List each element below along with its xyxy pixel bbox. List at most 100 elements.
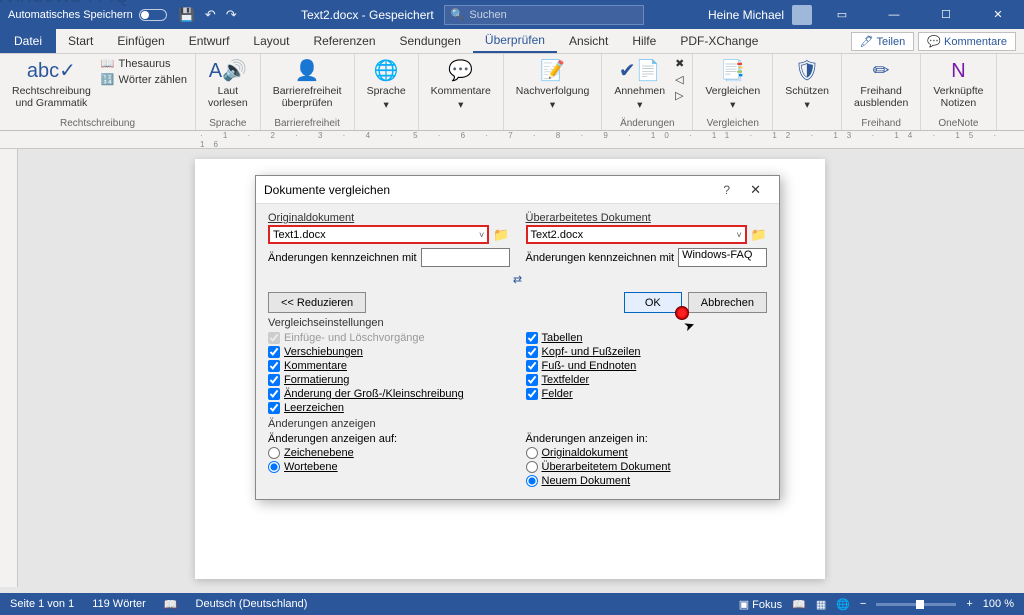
toggle-icon xyxy=(139,9,167,21)
original-combo[interactable]: Text1.docx˅ xyxy=(268,225,489,244)
undo-icon[interactable]: ↶ xyxy=(205,7,216,23)
rad-rev[interactable]: Überarbeitetem Dokument xyxy=(526,461,768,473)
mark-original-input[interactable] xyxy=(421,248,510,267)
compare-button[interactable]: 📑Vergleichen▾ xyxy=(701,57,764,113)
reject-icon: ✖ xyxy=(675,57,684,70)
onenote-icon: N xyxy=(951,59,965,83)
statusbar: Seite 1 von 1 119 Wörter 📖 Deutsch (Deut… xyxy=(0,593,1024,615)
status-proofing-icon[interactable]: 📖 xyxy=(164,598,178,611)
thesaurus-button[interactable]: 📖Thesaurus xyxy=(101,57,187,70)
group-label xyxy=(512,117,594,129)
zoom-slider[interactable] xyxy=(876,603,956,606)
zoom-out-icon[interactable]: − xyxy=(860,598,866,610)
reject-button[interactable]: ✖ xyxy=(675,57,684,70)
tab-design[interactable]: Entwurf xyxy=(177,29,242,53)
ink-button[interactable]: ✏Freihand ausblenden xyxy=(850,57,912,111)
rad-word[interactable]: Wortebene xyxy=(268,461,510,473)
accessibility-button[interactable]: 👤Barrierefreiheit überprüfen xyxy=(269,57,346,111)
dialog-close-button[interactable]: ✕ xyxy=(740,182,771,198)
tab-view[interactable]: Ansicht xyxy=(557,29,620,53)
user-name[interactable]: Heine Michael xyxy=(708,8,784,22)
chk-headers[interactable]: Kopf- und Fußzeilen xyxy=(526,346,768,358)
tab-references[interactable]: Referenzen xyxy=(301,29,387,53)
ribbon-options-icon[interactable]: ▭ xyxy=(820,0,864,29)
count-icon: 🔢 xyxy=(101,73,115,86)
next-icon: ▷ xyxy=(675,89,683,102)
swap-button[interactable]: ⇄ xyxy=(268,273,767,286)
language-button[interactable]: 🌐Sprache▾ xyxy=(363,57,410,113)
spelling-button[interactable]: abc✓Rechtschreibung und Grammatik xyxy=(8,57,95,111)
maximize-button[interactable]: ☐ xyxy=(924,0,968,29)
autosave-toggle[interactable]: Automatisches Speichern xyxy=(8,9,167,21)
original-label: Originaldokument xyxy=(268,212,510,224)
tab-mailings[interactable]: Sendungen xyxy=(388,29,473,53)
tracking-button[interactable]: 📝Nachverfolgung▾ xyxy=(512,57,594,113)
chk-foot[interactable]: Fuß- und Endnoten xyxy=(526,360,768,372)
close-button[interactable]: ✕ xyxy=(976,0,1020,29)
chk-space[interactable]: Leerzeichen xyxy=(268,402,510,414)
file-tab[interactable]: Datei xyxy=(0,29,56,53)
protect-button[interactable]: 🛡Schützen▾ xyxy=(781,57,833,113)
tab-start[interactable]: Start xyxy=(56,29,105,53)
view-read-icon[interactable]: 📖 xyxy=(792,598,806,611)
focus-button[interactable]: ▣ Fokus xyxy=(739,598,782,611)
rad-new[interactable]: Neuem Dokument xyxy=(526,475,768,487)
comments-button[interactable]: 💬 Kommentare xyxy=(918,32,1016,51)
chk-moves[interactable]: Verschiebungen xyxy=(268,346,510,358)
chk-case[interactable]: Änderung der Groß-/Kleinschreibung xyxy=(268,388,510,400)
speaker-icon: A🔊 xyxy=(209,59,247,83)
compare-dialog: Dokumente vergleichen ? ✕ Originaldokume… xyxy=(255,175,780,500)
check-icon: ✔📄 xyxy=(619,59,661,83)
view-web-icon[interactable]: 🌐 xyxy=(836,598,850,611)
group-label: OneNote xyxy=(929,117,987,129)
ok-button[interactable]: OK ➤ xyxy=(624,292,682,313)
ribbon: abc✓Rechtschreibung und Grammatik 📖Thesa… xyxy=(0,54,1024,131)
search-input[interactable]: 🔍 Suchen xyxy=(444,5,644,25)
minimize-button[interactable]: — xyxy=(872,0,916,29)
browse-original-button[interactable]: 📁 xyxy=(493,227,509,243)
tab-help[interactable]: Hilfe xyxy=(620,29,668,53)
mark-revised-input[interactable]: Windows-FAQ xyxy=(678,248,767,267)
revised-combo[interactable]: Text2.docx˅ xyxy=(526,225,747,244)
group-label: Sprache xyxy=(204,117,252,129)
chk-textbox[interactable]: Textfelder xyxy=(526,374,768,386)
accept-button[interactable]: ✔📄Annehmen▾ xyxy=(610,57,669,113)
chevron-down-icon: ˅ xyxy=(737,230,742,240)
tab-pdf[interactable]: PDF-XChange xyxy=(668,29,770,53)
show-header: Änderungen anzeigen xyxy=(268,418,767,430)
save-icon[interactable]: 💾 xyxy=(179,7,195,23)
tab-layout[interactable]: Layout xyxy=(241,29,301,53)
group-label xyxy=(427,117,495,129)
group-label: Änderungen xyxy=(610,117,684,129)
accessibility-icon: 👤 xyxy=(295,59,320,83)
zoom-value[interactable]: 100 % xyxy=(983,598,1014,610)
cancel-button[interactable]: Abbrechen xyxy=(688,292,767,313)
avatar[interactable] xyxy=(792,5,812,25)
read-aloud-button[interactable]: A🔊Laut vorlesen xyxy=(204,57,252,111)
view-print-icon[interactable]: ▦ xyxy=(816,598,826,611)
browse-revised-button[interactable]: 📁 xyxy=(751,227,767,243)
redo-icon[interactable]: ↷ xyxy=(226,7,237,23)
status-words[interactable]: 119 Wörter xyxy=(92,598,146,610)
onenote-button[interactable]: NVerknüpfte Notizen xyxy=(929,57,987,111)
status-lang[interactable]: Deutsch (Deutschland) xyxy=(196,598,308,610)
chk-fields[interactable]: Felder xyxy=(526,388,768,400)
tab-review[interactable]: Überprüfen xyxy=(473,29,557,53)
help-button[interactable]: ? xyxy=(713,183,740,197)
comments-ribbon-button[interactable]: 💬Kommentare▾ xyxy=(427,57,495,113)
tab-insert[interactable]: Einfügen xyxy=(105,29,176,53)
chk-comments[interactable]: Kommentare xyxy=(268,360,510,372)
chk-format[interactable]: Formatierung xyxy=(268,374,510,386)
chk-tables[interactable]: Tabellen xyxy=(526,332,768,344)
zoom-in-icon[interactable]: + xyxy=(966,598,972,610)
rad-char[interactable]: Zeichenebene xyxy=(268,447,510,459)
wordcount-button[interactable]: 🔢Wörter zählen xyxy=(101,73,187,86)
prev-button[interactable]: ◁ xyxy=(675,73,684,86)
rad-orig[interactable]: Originaldokument xyxy=(526,447,768,459)
titlebar: Automatisches Speichern 💾 ↶ ↷ Text2.docx… xyxy=(0,0,1024,29)
next-button[interactable]: ▷ xyxy=(675,89,684,102)
share-button[interactable]: 🖊 Teilen xyxy=(851,32,915,51)
reduce-button[interactable]: << Reduzieren xyxy=(268,292,366,313)
dialog-title: Dokumente vergleichen xyxy=(264,183,713,197)
status-page[interactable]: Seite 1 von 1 xyxy=(10,598,74,610)
